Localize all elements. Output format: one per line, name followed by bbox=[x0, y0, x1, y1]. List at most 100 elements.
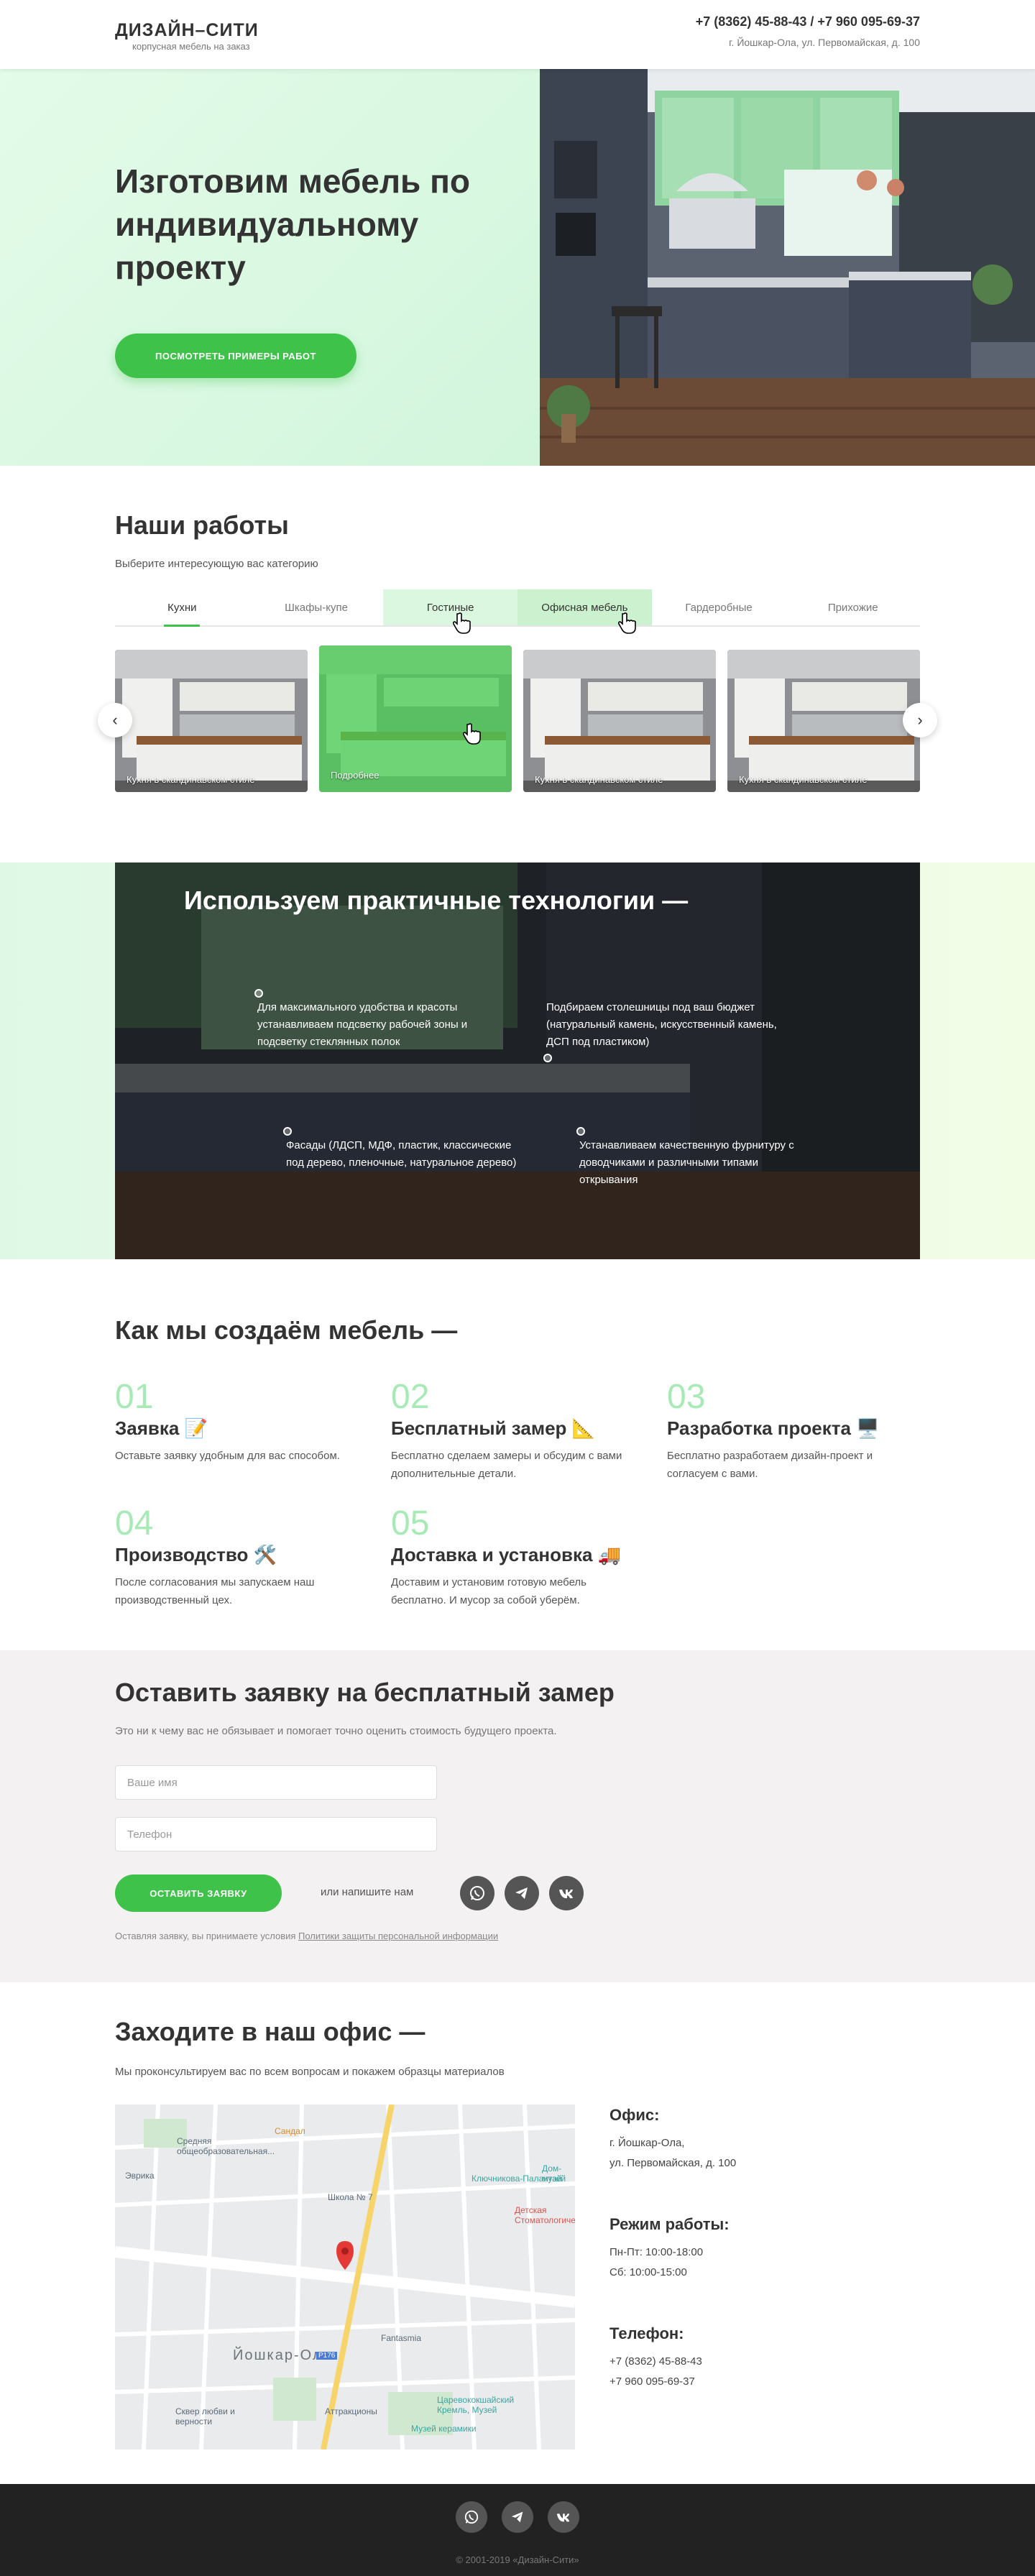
process-step: 03 Разработка проекта 🖥️ Бесплатно разра… bbox=[667, 1380, 911, 1483]
logo-title: ДИЗАЙН–СИТИ bbox=[115, 20, 259, 40]
step-title: Заявка 📝 bbox=[115, 1417, 208, 1439]
card-more-link[interactable]: Подробнее bbox=[331, 770, 379, 781]
map-label: Средняя общеобразовательная... bbox=[177, 2136, 275, 2156]
step-number: 05 bbox=[391, 1504, 430, 1542]
disclaimer-text: Оставляя заявку, вы принимаете условия bbox=[115, 1931, 299, 1941]
step-number: 04 bbox=[115, 1504, 154, 1542]
logo[interactable]: ДИЗАЙН–СИТИ корпусная мебель на заказ bbox=[115, 20, 259, 52]
process-step: 04 Производство 🛠️ После согласования мы… bbox=[115, 1506, 359, 1609]
tech-item-lighting: Для максимального удобства и красоты уст… bbox=[257, 1001, 468, 1048]
step-text: Оставьте заявку удобным для вас способом… bbox=[115, 1450, 340, 1462]
hero-section: Изготовим мебель по индивидуальному прое… bbox=[0, 69, 1035, 466]
step-text: Бесплатно разработаем дизайн-проект и со… bbox=[667, 1450, 873, 1480]
works-tabs: Кухни Шкафы-купе Гостиные Офисная мебель… bbox=[115, 589, 920, 627]
work-card[interactable]: Кухня в скандинавском стиле bbox=[115, 650, 308, 792]
hotspot-icon[interactable] bbox=[254, 989, 263, 998]
tab-wardrobes[interactable]: Шкафы-купе bbox=[249, 589, 384, 625]
carousel-prev-button[interactable]: ‹ bbox=[98, 703, 132, 737]
step-title: Разработка проекта 🖥️ bbox=[667, 1417, 880, 1439]
process-step: 01 Заявка 📝 Оставьте заявку удобным для … bbox=[115, 1380, 359, 1465]
hand-cursor-icon bbox=[463, 723, 481, 745]
card-label: Кухня в скандинавском стиле bbox=[739, 774, 868, 785]
hotspot-icon[interactable] bbox=[576, 1127, 585, 1136]
hotspot-icon[interactable] bbox=[283, 1127, 292, 1136]
view-works-button[interactable]: ПОСМОТРЕТЬ ПРИМЕРЫ РАБОТ bbox=[115, 334, 356, 378]
copyright: © 2001-2019 «Дизайн-Сити» bbox=[456, 2554, 579, 2565]
map-label: Сандал bbox=[275, 2126, 305, 2136]
form-title: Оставить заявку на бесплатный замер bbox=[115, 1678, 615, 1707]
kitchen-photo bbox=[115, 650, 308, 792]
phone-link[interactable]: +7 (8362) 45-88-43 bbox=[610, 2352, 897, 2372]
carousel-next-button[interactable]: › bbox=[903, 703, 937, 737]
step-text: Доставим и установим готовую мебель бесп… bbox=[391, 1576, 586, 1606]
vk-icon[interactable] bbox=[548, 2501, 579, 2533]
map-road-badge: Р176 bbox=[316, 2352, 338, 2360]
kitchen-photo bbox=[523, 650, 716, 792]
privacy-policy-link[interactable]: Политики защиты персональной информации bbox=[298, 1931, 498, 1941]
submit-request-button[interactable]: ОСТАВИТЬ ЗАЯВКУ bbox=[115, 1874, 282, 1912]
work-card[interactable]: Кухня в скандинавском стиле bbox=[727, 650, 920, 792]
work-card[interactable]: Кухня в скандинавском стиле bbox=[523, 650, 716, 792]
office-address: г. Йошкар-Ола, ул. Первомайская, д. 100 bbox=[610, 2133, 897, 2174]
hand-cursor-icon bbox=[618, 612, 636, 634]
site-footer: © 2001-2019 «Дизайн-Сити» bbox=[0, 2484, 1035, 2576]
tab-hallways[interactable]: Прихожие bbox=[786, 589, 920, 625]
hero-title: Изготовим мебель по индивидуальному прое… bbox=[115, 162, 470, 286]
map-label: Fantasmia bbox=[381, 2333, 422, 2343]
tab-dressing-rooms[interactable]: Гардеробные bbox=[652, 589, 786, 625]
form-subtitle: Это ни к чему вас не обязывает и помогае… bbox=[115, 1725, 557, 1737]
phone-info: Телефон: +7 (8362) 45-88-43 +7 960 095-6… bbox=[610, 2324, 897, 2392]
tech-title: Используем практичные технологии — bbox=[184, 886, 689, 915]
works-carousel: Кухня в скандинавском стиле Подробнее Ку… bbox=[115, 645, 920, 792]
tech-item-countertops: Подбираем столешницы под ваш бюджет (нат… bbox=[546, 1001, 777, 1048]
tab-kitchens[interactable]: Кухни bbox=[115, 589, 249, 627]
header-phones[interactable]: +7 (8362) 45-88-43 / +7 960 095-69-37 bbox=[696, 14, 920, 29]
map-label: Сквер любви и верности bbox=[175, 2406, 235, 2426]
works-subtitle: Выберите интересующую вас категорию bbox=[115, 558, 318, 570]
step-text: Бесплатно сделаем замеры и обсудим с вам… bbox=[391, 1450, 622, 1480]
office-heading: Офис: bbox=[610, 2106, 660, 2124]
telegram-icon[interactable] bbox=[505, 1876, 539, 1910]
tech-kitchen-image bbox=[115, 862, 920, 1259]
kitchen-photo bbox=[727, 650, 920, 792]
header-contacts: +7 (8362) 45-88-43 / +7 960 095-69-37 г.… bbox=[696, 14, 920, 48]
hand-cursor-icon bbox=[453, 612, 471, 634]
office-subtitle: Мы проконсультируем вас по всем вопросам… bbox=[115, 2066, 505, 2078]
map-label: Музей керамики bbox=[411, 2424, 477, 2434]
phone-input[interactable] bbox=[115, 1817, 437, 1852]
tech-item-facades: Фасады (ЛДСП, МДФ, пластик, классические… bbox=[286, 1139, 517, 1169]
card-label: Кухня в скандинавском стиле bbox=[126, 774, 255, 785]
name-input[interactable] bbox=[115, 1765, 437, 1800]
map-label: Школа № 7 bbox=[328, 2192, 373, 2202]
office-info: Офис: г. Йошкар-Ола, ул. Первомайская, д… bbox=[610, 2106, 897, 2174]
hours-heading: Режим работы: bbox=[610, 2215, 730, 2233]
step-number: 03 bbox=[667, 1378, 706, 1416]
whatsapp-icon[interactable] bbox=[460, 1876, 494, 1910]
tech-section: Используем практичные технологии — Для м… bbox=[115, 862, 920, 1259]
vk-icon[interactable] bbox=[549, 1876, 584, 1910]
map-label: Эврика bbox=[125, 2171, 155, 2181]
office-address-line: г. Йошкар-Ола, bbox=[610, 2137, 685, 2149]
map-label: Царевококшайский Кремль, Музей bbox=[437, 2395, 515, 2415]
map-label: Аттракционы bbox=[325, 2406, 377, 2416]
office-map[interactable]: Средняя общеобразовательная... Эврика Са… bbox=[115, 2104, 575, 2450]
telegram-icon[interactable] bbox=[502, 2501, 533, 2533]
hours-line: Сб: 10:00-15:00 bbox=[610, 2266, 687, 2278]
works-title: Наши работы bbox=[115, 510, 289, 540]
phone-heading: Телефон: bbox=[610, 2324, 684, 2342]
hotspot-icon[interactable] bbox=[543, 1054, 552, 1062]
process-step: 02 Бесплатный замер 📐 Бесплатно сделаем … bbox=[391, 1380, 635, 1483]
whatsapp-icon[interactable] bbox=[456, 2501, 487, 2533]
work-card-hovered[interactable]: Подробнее bbox=[319, 645, 512, 792]
header-address: г. Йошкар-Ола, ул. Первомайская, д. 100 bbox=[729, 37, 920, 48]
hours-info: Режим работы: Пн-Пт: 10:00-18:00 Сб: 10:… bbox=[610, 2215, 897, 2283]
step-number: 01 bbox=[115, 1378, 154, 1416]
process-title: Как мы создаём мебель — bbox=[115, 1315, 458, 1345]
phone-link[interactable]: +7 960 095-69-37 bbox=[610, 2372, 897, 2392]
office-address-line: ул. Первомайская, д. 100 bbox=[610, 2157, 737, 2169]
hours-line: Пн-Пт: 10:00-18:00 bbox=[610, 2246, 704, 2258]
hero-kitchen-image bbox=[540, 69, 1035, 466]
tab-living-rooms[interactable]: Гостиные bbox=[383, 589, 518, 625]
process-step: 05 Доставка и установка 🚚 Доставим и уст… bbox=[391, 1506, 635, 1609]
step-title: Доставка и установка 🚚 bbox=[391, 1544, 622, 1565]
